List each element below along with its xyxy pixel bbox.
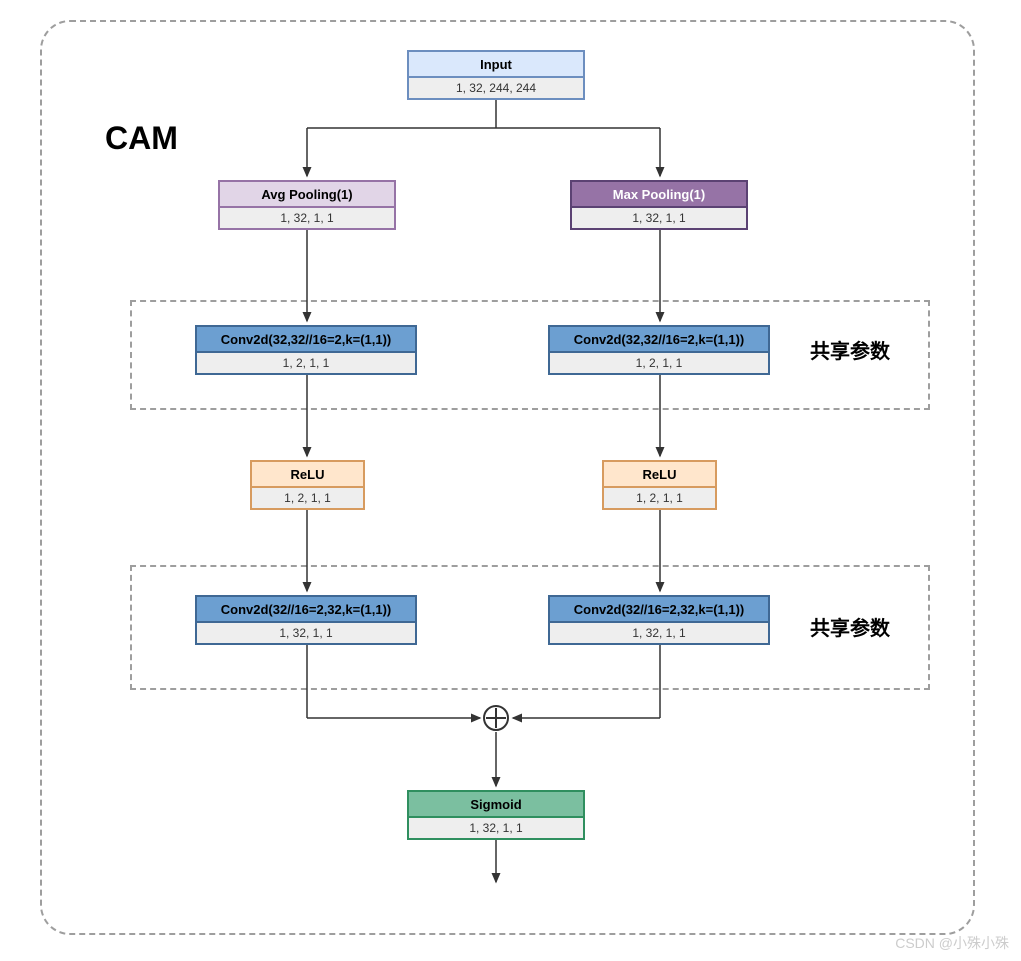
node-relu-right: ReLU 1, 2, 1, 1 [602, 460, 717, 510]
sigmoid-shape: 1, 32, 1, 1 [469, 821, 522, 835]
conv1l-shape: 1, 2, 1, 1 [283, 356, 330, 370]
input-shape: 1, 32, 244, 244 [456, 81, 536, 95]
conv2r-shape: 1, 32, 1, 1 [632, 626, 685, 640]
conv1r-shape: 1, 2, 1, 1 [636, 356, 683, 370]
node-conv2-right: Conv2d(32//16=2,32,k=(1,1)) 1, 32, 1, 1 [548, 595, 770, 645]
max-title: Max Pooling(1) [613, 187, 705, 202]
avg-shape: 1, 32, 1, 1 [280, 211, 333, 225]
node-conv1-right: Conv2d(32,32//16=2,k=(1,1)) 1, 2, 1, 1 [548, 325, 770, 375]
shared-label-2: 共享参数 [810, 612, 890, 641]
relur-title: ReLU [643, 467, 677, 482]
node-conv2-left: Conv2d(32//16=2,32,k=(1,1)) 1, 32, 1, 1 [195, 595, 417, 645]
conv1r-title: Conv2d(32,32//16=2,k=(1,1)) [574, 332, 745, 347]
node-sigmoid: Sigmoid 1, 32, 1, 1 [407, 790, 585, 840]
max-shape: 1, 32, 1, 1 [632, 211, 685, 225]
sigmoid-title: Sigmoid [470, 797, 521, 812]
node-relu-left: ReLU 1, 2, 1, 1 [250, 460, 365, 510]
relur-shape: 1, 2, 1, 1 [636, 491, 683, 505]
node-avg-pool: Avg Pooling(1) 1, 32, 1, 1 [218, 180, 396, 230]
node-max-pool: Max Pooling(1) 1, 32, 1, 1 [570, 180, 748, 230]
relul-shape: 1, 2, 1, 1 [284, 491, 331, 505]
avg-title: Avg Pooling(1) [261, 187, 352, 202]
conv2l-title: Conv2d(32//16=2,32,k=(1,1)) [221, 602, 392, 617]
diagram-title: CAM [105, 120, 178, 157]
shared-label-1: 共享参数 [810, 335, 890, 364]
conv1l-title: Conv2d(32,32//16=2,k=(1,1)) [221, 332, 392, 347]
input-title: Input [480, 57, 512, 72]
add-op-icon [483, 705, 509, 731]
conv2l-shape: 1, 32, 1, 1 [279, 626, 332, 640]
watermark: CSDN @小殊小殊 [895, 933, 1009, 953]
conv2r-title: Conv2d(32//16=2,32,k=(1,1)) [574, 602, 745, 617]
relul-title: ReLU [291, 467, 325, 482]
node-input: Input 1, 32, 244, 244 [407, 50, 585, 100]
node-conv1-left: Conv2d(32,32//16=2,k=(1,1)) 1, 2, 1, 1 [195, 325, 417, 375]
